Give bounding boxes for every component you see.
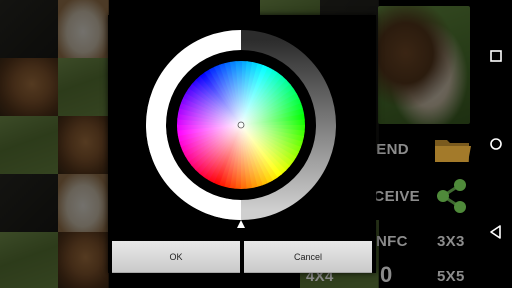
folder-icon[interactable] — [434, 136, 472, 164]
color-picker-area — [108, 15, 376, 235]
ok-button[interactable]: OK — [112, 241, 240, 273]
back-icon[interactable] — [488, 224, 504, 240]
home-icon[interactable] — [488, 136, 504, 152]
recent-apps-icon[interactable] — [488, 48, 504, 64]
nfc-label[interactable]: NFC — [376, 233, 408, 250]
cancel-button[interactable]: Cancel — [244, 241, 372, 273]
navigation-bar — [480, 0, 512, 288]
move-counter: 0 — [380, 262, 393, 287]
grid-3x3-option[interactable]: 3X3 — [437, 233, 465, 250]
color-wheel[interactable] — [175, 59, 307, 191]
share-icon[interactable] — [432, 176, 472, 216]
grid-5x5-option[interactable]: 5X5 — [437, 268, 465, 285]
brightness-pointer-icon[interactable] — [237, 220, 245, 228]
color-picker-svg — [146, 30, 336, 228]
color-picker-dialog: OK Cancel — [108, 15, 376, 273]
